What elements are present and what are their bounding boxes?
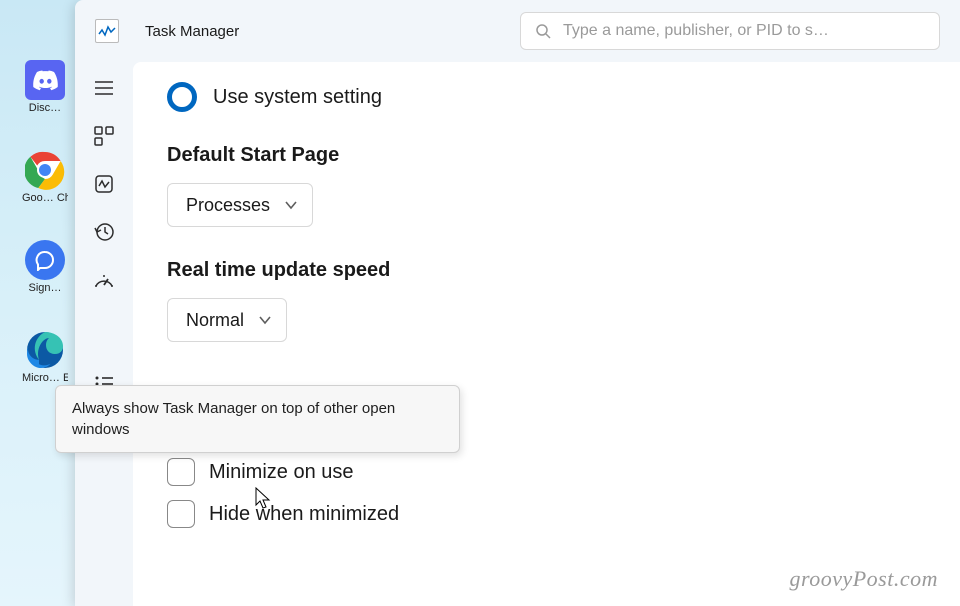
desktop-icon-label: Disc…: [29, 102, 61, 114]
search-icon: [535, 23, 551, 39]
search-placeholder: Type a name, publisher, or PID to s…: [563, 22, 829, 40]
performance-icon: [94, 174, 114, 194]
grid-icon: [94, 126, 114, 146]
watermark: groovyPost.com: [789, 566, 938, 592]
checkbox-icon: [167, 458, 195, 486]
chevron-down-icon: [284, 200, 298, 210]
check-hide-when-minimized[interactable]: Hide when minimized: [167, 500, 926, 528]
dropdown-start-page[interactable]: Processes: [167, 183, 313, 227]
check-label: Hide when minimized: [209, 503, 399, 526]
sidebar-startup[interactable]: [84, 260, 124, 300]
dropdown-value: Processes: [186, 195, 270, 216]
section-default-start-page: Default Start Page: [167, 144, 926, 167]
desktop-icon-edge[interactable]: Micro… Ed…: [24, 330, 66, 384]
desktop-icon-chrome[interactable]: Goo… Chr…: [24, 150, 66, 204]
sidebar-hamburger[interactable]: [84, 68, 124, 108]
dropdown-value: Normal: [186, 310, 244, 331]
discord-icon: [32, 69, 58, 91]
titlebar: Task Manager Type a name, publisher, or …: [75, 0, 960, 62]
window-title: Task Manager: [145, 23, 239, 40]
radio-icon: [167, 82, 197, 112]
hamburger-icon: [94, 80, 114, 96]
app-icon: [95, 19, 119, 43]
edge-icon: [25, 330, 65, 370]
sidebar-processes[interactable]: [84, 116, 124, 156]
desktop-icon-label: Goo… Chr…: [22, 192, 68, 204]
dropdown-update-speed[interactable]: Normal: [167, 298, 287, 342]
radio-label: Use system setting: [213, 86, 382, 109]
sidebar: [75, 62, 133, 606]
sidebar-performance[interactable]: [84, 164, 124, 204]
check-label: Minimize on use: [209, 461, 354, 484]
radio-use-system-setting[interactable]: Use system setting: [167, 82, 926, 112]
signal-icon: [34, 249, 56, 271]
search-input[interactable]: Type a name, publisher, or PID to s…: [520, 12, 940, 50]
tooltip: Always show Task Manager on top of other…: [55, 385, 460, 453]
section-update-speed: Real time update speed: [167, 259, 926, 282]
speed-icon: [93, 270, 115, 290]
desktop-icons: Disc… Goo… Chr… Sign… Mi: [24, 60, 66, 384]
desktop-icon-signal[interactable]: Sign…: [24, 240, 66, 294]
chrome-icon: [25, 150, 65, 190]
task-manager-window: Task Manager Type a name, publisher, or …: [75, 0, 960, 606]
desktop-icon-label: Micro… Ed…: [22, 372, 68, 384]
chevron-down-icon: [258, 315, 272, 325]
check-minimize-on-use[interactable]: Minimize on use: [167, 458, 926, 486]
desktop-icon-discord[interactable]: Disc…: [24, 60, 66, 114]
checkbox-icon: [167, 500, 195, 528]
history-icon: [94, 222, 114, 242]
sidebar-history[interactable]: [84, 212, 124, 252]
desktop-icon-label: Sign…: [28, 282, 61, 294]
settings-content: Use system setting Default Start Page Pr…: [133, 62, 960, 606]
